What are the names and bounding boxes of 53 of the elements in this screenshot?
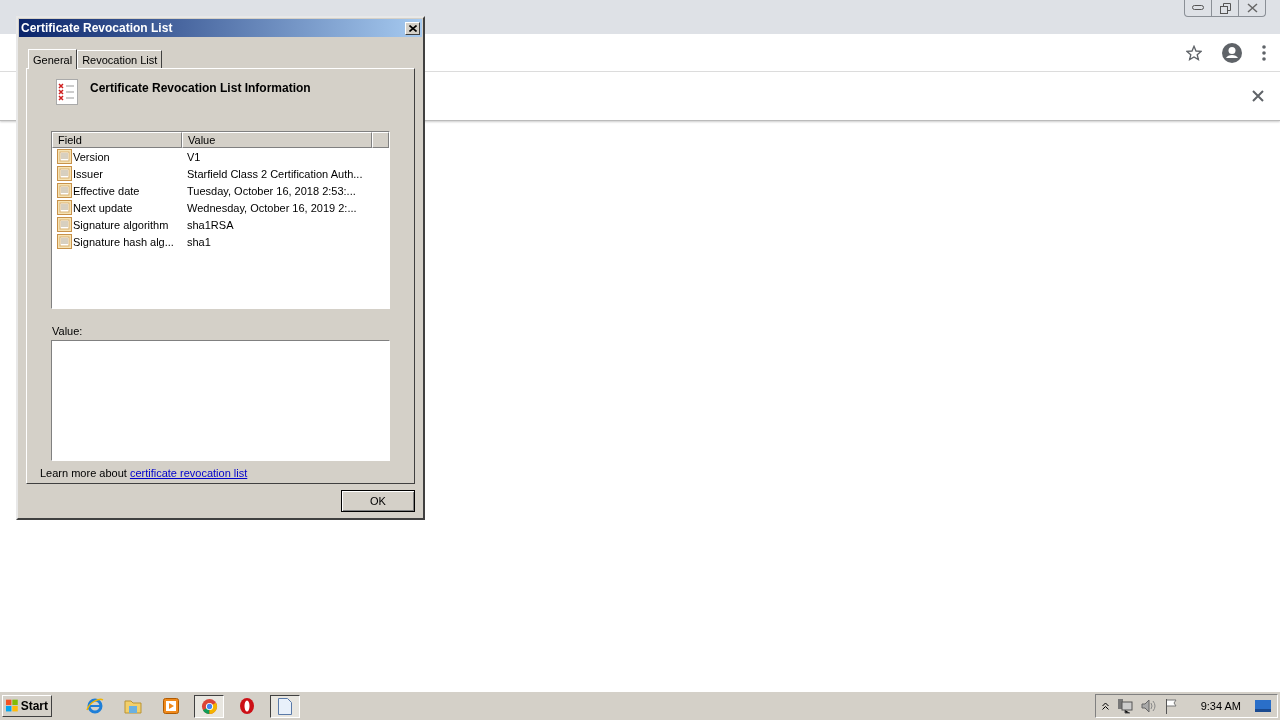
column-header[interactable]: Value (182, 132, 372, 148)
window-title: Certificate Revocation List (21, 21, 173, 35)
windows-logo-icon (6, 699, 19, 713)
close-icon (1246, 3, 1258, 13)
field-icon (57, 149, 72, 164)
tab[interactable]: General (28, 49, 78, 69)
field-icon (57, 166, 72, 181)
value-field[interactable] (51, 340, 390, 461)
play-icon (163, 698, 179, 714)
learn-more-link[interactable]: certificate revocation list (129, 467, 248, 479)
field-name[interactable]: Issuer (73, 167, 103, 180)
field-icon (57, 217, 72, 232)
opera-icon (239, 697, 255, 715)
field-icon (57, 183, 72, 198)
tab[interactable]: Revocation List (77, 50, 163, 68)
field-value[interactable]: Wednesday, October 16, 2019 2:... (182, 201, 357, 214)
certificate-list-icon (56, 79, 78, 105)
field-name[interactable]: Signature algorithm (73, 218, 169, 231)
folder-icon (124, 698, 142, 714)
flag-icon[interactable] (1164, 698, 1179, 714)
learn-more-text: Learn more about certificate revocation list (40, 467, 249, 479)
ok-button[interactable]: OK (341, 490, 415, 512)
taskbar-button[interactable] (270, 694, 300, 718)
value-label: Value: (52, 325, 84, 337)
field-name[interactable]: Version (73, 150, 110, 163)
close-icon[interactable] (1252, 90, 1264, 102)
field-value[interactable]: sha1RSA (182, 218, 234, 231)
profile-icon[interactable] (1222, 42, 1242, 63)
speaker-icon[interactable] (1140, 699, 1157, 713)
field-value[interactable]: Starfield Class 2 Certification Auth... (182, 167, 363, 180)
column-header[interactable]: Field (52, 132, 182, 148)
network-icon[interactable] (1116, 698, 1133, 714)
taskbar-button[interactable] (194, 694, 224, 718)
minimize-icon (1192, 5, 1204, 11)
restore-icon (1219, 2, 1231, 14)
field-icon (57, 200, 72, 215)
field-value[interactable]: Tuesday, October 16, 2018 2:53:... (182, 184, 356, 197)
menu-icon[interactable] (1262, 44, 1266, 61)
section-heading: Certificate Revocation List Information (90, 81, 311, 95)
chevron-up-icon[interactable] (1101, 702, 1109, 710)
star-icon[interactable] (1186, 44, 1202, 61)
field-icon (57, 234, 72, 249)
field-name[interactable]: Signature hash alg... (73, 235, 174, 248)
close-icon (408, 24, 417, 32)
field-name[interactable]: Effective date (73, 184, 140, 197)
start-button[interactable]: Start (2, 695, 52, 717)
browser-e-icon (86, 697, 104, 715)
document-icon (278, 697, 292, 715)
field-value[interactable]: sha1 (182, 235, 211, 248)
chrome-icon (200, 697, 218, 715)
field-name[interactable]: Next update (73, 201, 133, 214)
clock[interactable]: 9:34 AM (1200, 700, 1241, 712)
field-value[interactable]: V1 (182, 150, 201, 163)
